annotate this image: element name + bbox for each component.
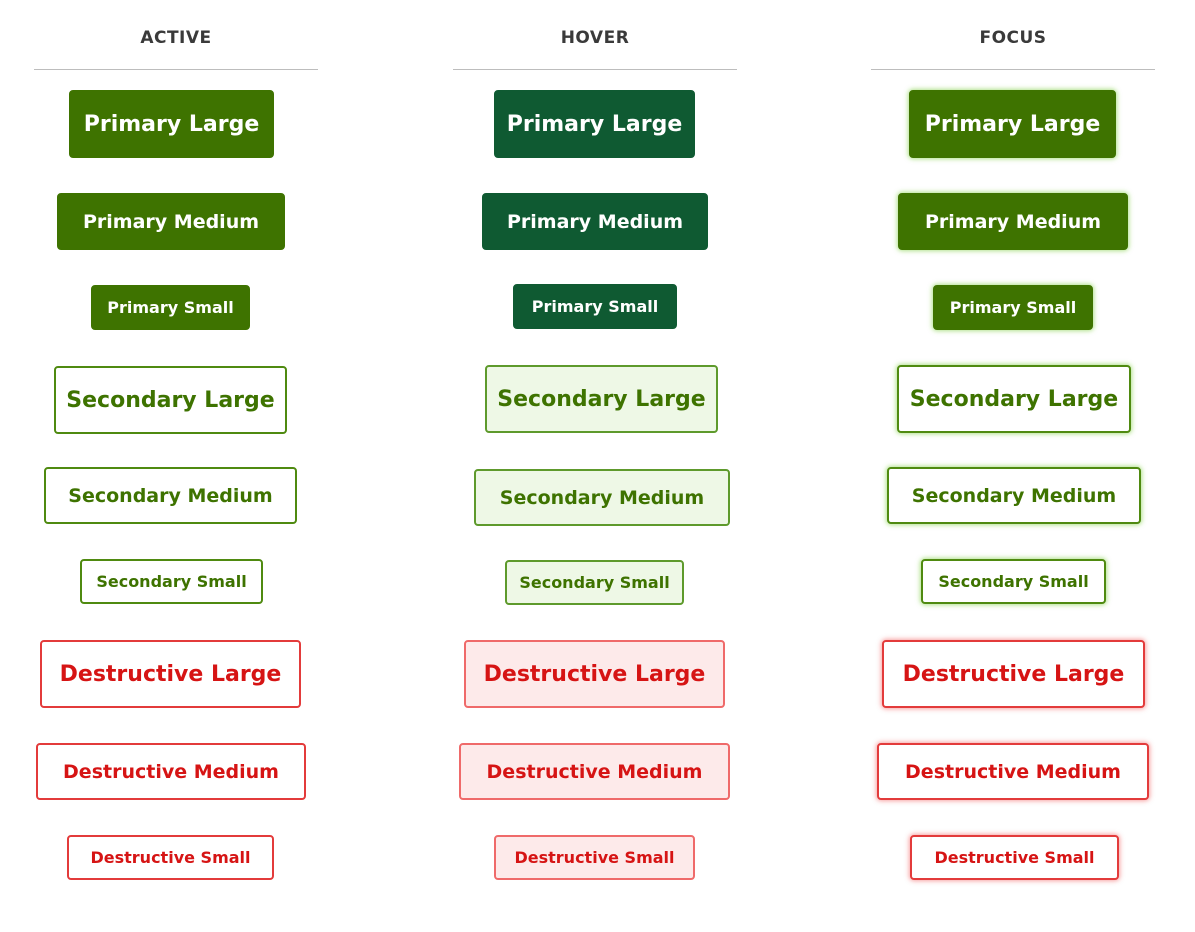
destructive-small-button[interactable]: Destructive Small xyxy=(494,835,695,880)
primary-large-button[interactable]: Primary Large xyxy=(69,90,274,158)
primary-large-button[interactable]: Primary Large xyxy=(494,90,695,158)
secondary-small-button[interactable]: Secondary Small xyxy=(80,559,263,604)
active-column: ACTIVE Primary Large Primary Medium Prim… xyxy=(34,0,318,932)
primary-small-button[interactable]: Primary Small xyxy=(513,284,677,329)
active-column-title: ACTIVE xyxy=(140,28,212,48)
primary-medium-button[interactable]: Primary Medium xyxy=(57,193,285,250)
hover-column-title: HOVER xyxy=(560,28,630,48)
hover-column-divider xyxy=(453,69,737,70)
hover-column: HOVER Primary Large Primary Medium Prima… xyxy=(453,0,737,932)
primary-small-button[interactable]: Primary Small xyxy=(933,285,1093,330)
secondary-medium-button[interactable]: Secondary Medium xyxy=(44,467,297,524)
destructive-medium-button[interactable]: Destructive Medium xyxy=(877,743,1149,800)
primary-medium-button[interactable]: Primary Medium xyxy=(482,193,708,250)
primary-medium-button[interactable]: Primary Medium xyxy=(898,193,1128,250)
secondary-large-button[interactable]: Secondary Large xyxy=(897,365,1131,433)
active-column-divider xyxy=(34,69,318,70)
secondary-large-button[interactable]: Secondary Large xyxy=(485,365,718,433)
focus-column: FOCUS Primary Large Primary Medium Prima… xyxy=(871,0,1155,932)
destructive-large-button[interactable]: Destructive Large xyxy=(40,640,301,708)
secondary-medium-button[interactable]: Secondary Medium xyxy=(887,467,1141,524)
focus-column-divider xyxy=(871,69,1155,70)
secondary-small-button[interactable]: Secondary Small xyxy=(921,559,1106,604)
secondary-small-button[interactable]: Secondary Small xyxy=(505,560,684,605)
destructive-large-button[interactable]: Destructive Large xyxy=(464,640,725,708)
destructive-medium-button[interactable]: Destructive Medium xyxy=(459,743,730,800)
destructive-medium-button[interactable]: Destructive Medium xyxy=(36,743,306,800)
focus-column-title: FOCUS xyxy=(979,28,1047,48)
destructive-large-button[interactable]: Destructive Large xyxy=(882,640,1145,708)
primary-large-button[interactable]: Primary Large xyxy=(909,90,1116,158)
primary-small-button[interactable]: Primary Small xyxy=(91,285,250,330)
secondary-large-button[interactable]: Secondary Large xyxy=(54,366,287,434)
destructive-small-button[interactable]: Destructive Small xyxy=(67,835,274,880)
secondary-medium-button[interactable]: Secondary Medium xyxy=(474,469,730,526)
destructive-small-button[interactable]: Destructive Small xyxy=(910,835,1119,880)
